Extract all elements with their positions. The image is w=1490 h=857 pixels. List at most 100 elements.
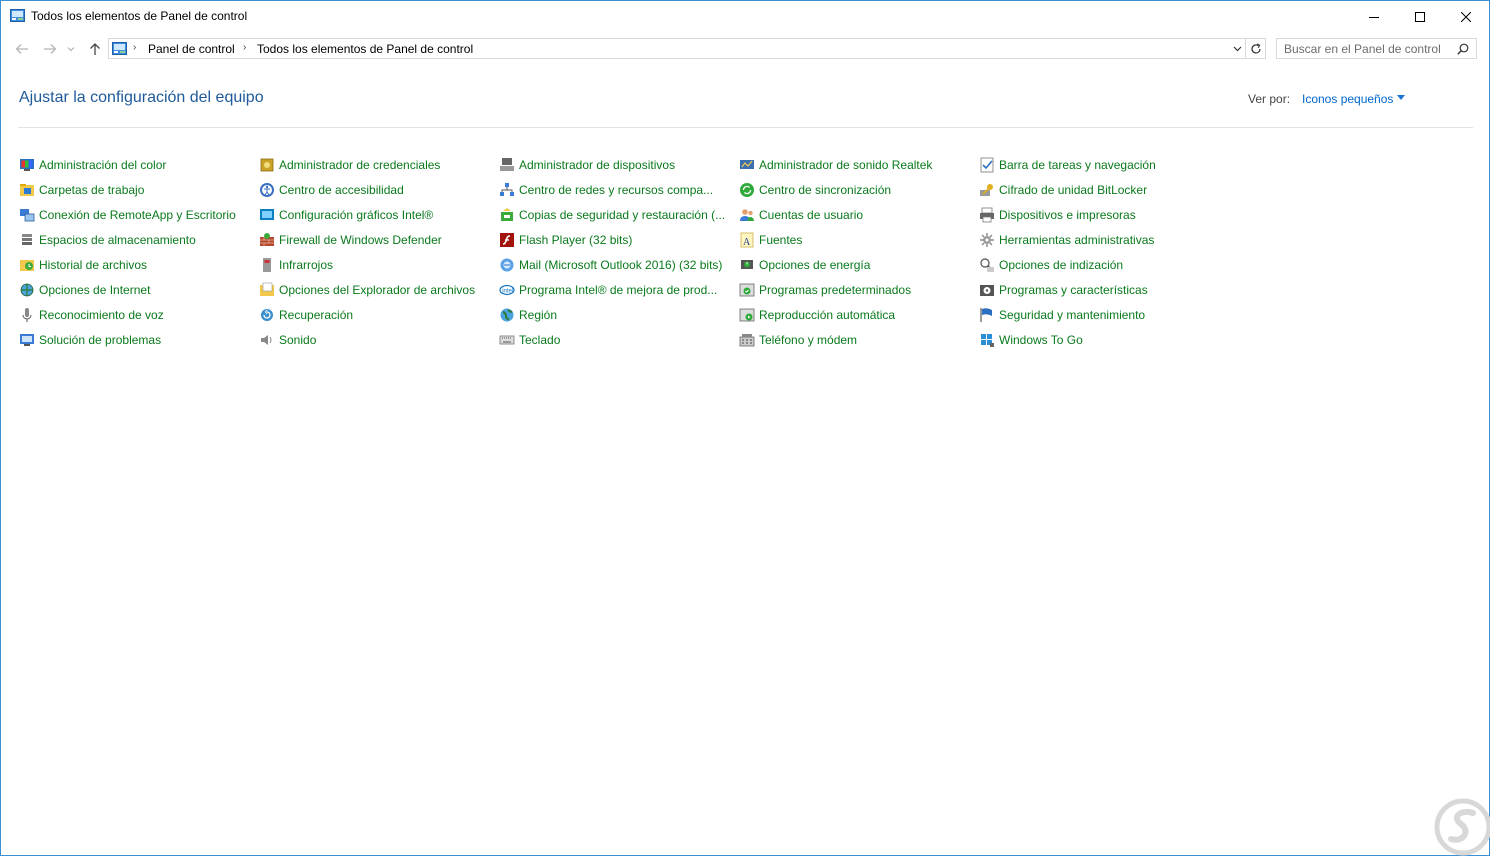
- control-panel-item-label: Administración del color: [39, 158, 167, 172]
- firewall-icon: [260, 233, 274, 246]
- control-panel-window: Todos los elementos de Panel de control …: [0, 0, 1490, 856]
- speaker-icon: [261, 335, 272, 345]
- control-panel-item-label: Teclado: [519, 333, 561, 347]
- intel-graphics-icon: [260, 209, 274, 220]
- infrared-icon: [263, 258, 271, 272]
- close-button[interactable]: [1443, 1, 1489, 32]
- search-icon: [1457, 43, 1469, 55]
- control-panel-item-label: Programas predeterminados: [759, 283, 912, 297]
- programs-features-icon: [980, 285, 994, 296]
- device-manager-icon: [500, 158, 514, 171]
- control-panel-item-label: Administrador de dispositivos: [519, 158, 676, 172]
- storage-icon: [22, 234, 32, 245]
- control-panel-item-label: Espacios de almacenamiento: [39, 233, 196, 247]
- control-panel-item-label: Fuentes: [759, 233, 803, 247]
- control-panel-item-label: Cuentas de usuario: [759, 208, 864, 222]
- control-panel-item-label: Historial de archivos: [39, 258, 148, 272]
- breadcrumb-chevron-icon[interactable]: ›: [243, 42, 246, 53]
- control-panel-item-label: Seguridad y mantenimiento: [999, 308, 1146, 322]
- title-bar[interactable]: Todos los elementos de Panel de control: [1, 1, 1489, 32]
- taskbar-icon: [980, 157, 994, 173]
- up-button[interactable]: [86, 40, 104, 58]
- control-panel-item-label: Conexión de RemoteApp y Escritorio: [39, 208, 236, 222]
- phone-modem-icon: [739, 334, 755, 347]
- search-input[interactable]: [1284, 41, 1452, 56]
- recovery-icon: [261, 309, 273, 321]
- microphone-icon: [22, 308, 32, 322]
- maximize-button[interactable]: [1397, 1, 1443, 32]
- control-panel-item-label: Centro de redes y recursos compa...: [519, 183, 714, 197]
- view-by-dropdown[interactable]: Iconos pequeños: [1302, 92, 1393, 106]
- control-panel-item-label: Flash Player (32 bits): [519, 233, 633, 247]
- region-globe-icon: [500, 308, 514, 322]
- default-programs-icon: [739, 283, 755, 297]
- header-divider: [18, 127, 1473, 128]
- control-panel-icon: [10, 9, 25, 22]
- caret-down-icon[interactable]: [1397, 95, 1405, 100]
- control-panel-item-label: Administrador de credenciales: [279, 158, 441, 172]
- address-bar[interactable]: › Panel de control › Todos los elementos…: [108, 38, 1246, 59]
- control-panel-item-label: Windows To Go: [999, 333, 1083, 347]
- control-panel-item-label: Opciones de indización: [999, 258, 1124, 272]
- minimize-button[interactable]: [1351, 1, 1397, 32]
- control-panel-item-label: Reproducción automática: [759, 308, 896, 322]
- search-box[interactable]: [1276, 38, 1477, 59]
- forward-button[interactable]: [41, 40, 59, 58]
- control-panel-item-label: Firewall de Windows Defender: [279, 233, 442, 247]
- printer-icon: [980, 207, 994, 223]
- chevron-down-icon: [1233, 46, 1241, 51]
- control-panel-item-label: Teléfono y módem: [759, 333, 858, 347]
- mail-icon: [500, 258, 514, 272]
- control-panel-item-label: Región: [519, 308, 558, 322]
- address-dropdown-button[interactable]: [1229, 39, 1245, 58]
- bitlocker-key-icon: [980, 184, 993, 196]
- svg-text:intel: intel: [502, 288, 513, 294]
- arrow-right-icon: [44, 44, 57, 54]
- realtek-audio-icon: [740, 160, 754, 169]
- refresh-button[interactable]: [1246, 38, 1266, 59]
- control-panel-item-label: Solución de problemas: [39, 333, 162, 347]
- control-panel-location-icon: [112, 42, 127, 55]
- minimize-icon: [1369, 16, 1379, 18]
- control-panel-item-label: Opciones del Explorador de archivos: [279, 283, 476, 297]
- breadcrumb-panel-de-control[interactable]: Panel de control: [148, 42, 235, 56]
- svg-text:A: A: [743, 237, 751, 248]
- troubleshoot-icon: [20, 334, 34, 346]
- back-button[interactable]: [13, 40, 31, 58]
- flash-player-icon: [500, 233, 514, 247]
- control-panel-item-label: Programas y características: [999, 283, 1148, 297]
- control-panel-item-label: Mail (Microsoft Outlook 2016) (32 bits): [519, 258, 723, 272]
- control-panel-item-label: Carpetas de trabajo: [39, 183, 145, 197]
- power-options-icon: [741, 260, 753, 269]
- arrow-up-icon: [90, 43, 100, 55]
- recent-locations-button[interactable]: [65, 40, 77, 58]
- control-panel-item-label: Dispositivos e impresoras: [999, 208, 1136, 222]
- indexing-icon: [980, 258, 994, 272]
- breadcrumb-current[interactable]: Todos los elementos de Panel de control: [257, 42, 473, 56]
- view-by-label: Ver por:: [1248, 92, 1291, 106]
- control-panel-item-label: Configuración gráficos Intel®: [279, 208, 434, 222]
- windows-to-go-icon: [981, 334, 994, 347]
- arrow-left-icon: [15, 44, 28, 54]
- breadcrumb-chevron-icon[interactable]: ›: [133, 42, 136, 53]
- control-panel-item-label: Centro de accesibilidad: [279, 183, 404, 197]
- user-accounts-icon: [740, 209, 754, 221]
- remote-desktop-icon: [20, 209, 35, 222]
- sync-icon: [740, 183, 754, 197]
- close-icon: [1461, 11, 1471, 22]
- folder-options-icon: [260, 282, 274, 296]
- admin-tools-gear-icon: [980, 233, 994, 247]
- work-folders-icon: [20, 184, 34, 196]
- control-panel-item-label: Cifrado de unidad BitLocker: [999, 183, 1148, 197]
- credentials-vault-icon: [260, 158, 274, 172]
- network-icon: [500, 183, 514, 196]
- control-panel-item-label: Opciones de energía: [759, 258, 871, 272]
- control-panel-item-label: Barra de tareas y navegación: [999, 158, 1156, 172]
- control-panel-item-label: Administrador de sonido Realtek: [759, 158, 933, 172]
- backup-icon: [501, 208, 513, 221]
- intel-logo-icon: intel: [499, 284, 515, 296]
- control-panel-item-label: Herramientas administrativas: [999, 233, 1155, 247]
- security-flag-icon: [980, 308, 992, 322]
- window-title: Todos los elementos de Panel de control: [31, 9, 248, 23]
- accessibility-icon: [260, 183, 274, 197]
